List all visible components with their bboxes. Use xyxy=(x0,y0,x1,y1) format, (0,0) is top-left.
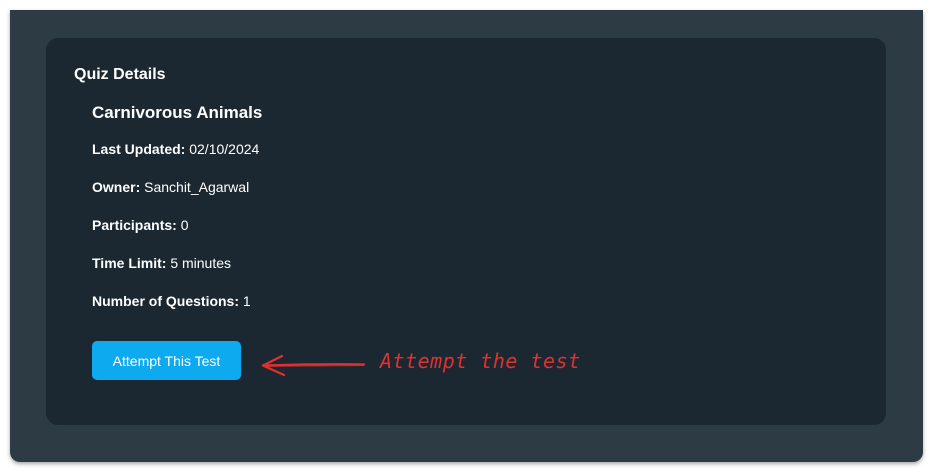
detail-participants: Participants: 0 xyxy=(92,217,189,233)
detail-value: 5 minutes xyxy=(170,255,232,271)
detail-label: Owner: xyxy=(92,179,141,195)
detail-value: 02/10/2024 xyxy=(189,141,260,157)
annotation-text: Attempt the test xyxy=(380,349,581,373)
detail-last-updated: Last Updated: 02/10/2024 xyxy=(92,141,259,157)
quiz-name: Carnivorous Animals xyxy=(92,103,263,122)
detail-label: Time Limit: xyxy=(92,255,167,271)
detail-owner: Owner: Sanchit_Agarwal xyxy=(92,179,249,195)
detail-label: Last Updated: xyxy=(92,141,186,157)
detail-number-of-questions: Number of Questions: 1 xyxy=(92,293,251,309)
detail-time-limit: Time Limit: 5 minutes xyxy=(92,255,231,271)
card-title: Quiz Details xyxy=(74,66,166,83)
detail-value: Sanchit_Agarwal xyxy=(144,179,250,195)
attempt-test-button[interactable]: Attempt This Test xyxy=(92,341,241,380)
arrow-left-icon xyxy=(261,354,366,377)
detail-value: 0 xyxy=(180,217,189,233)
detail-label: Number of Questions: xyxy=(92,293,240,309)
page-container: Quiz Details Carnivorous Animals Last Up… xyxy=(10,10,923,462)
detail-value: 1 xyxy=(242,293,251,309)
detail-label: Participants: xyxy=(92,217,177,233)
